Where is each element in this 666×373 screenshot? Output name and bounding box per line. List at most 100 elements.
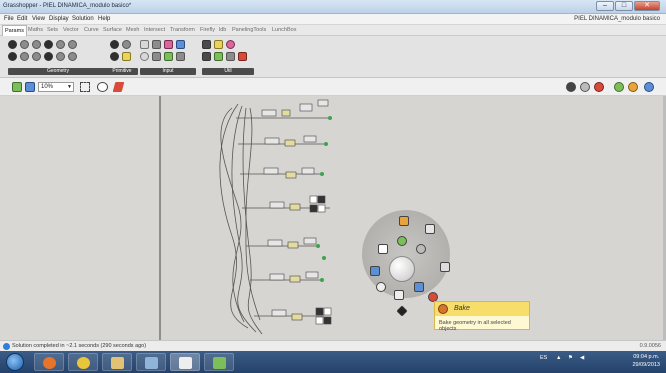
button-object-icon[interactable] [140,52,149,61]
taskbar-explorer[interactable] [102,353,132,371]
menu-solution[interactable]: Solution [72,16,94,22]
bullseye-icon[interactable] [378,244,388,254]
galapagos-icon[interactable] [226,52,235,61]
menu-help[interactable]: Help [98,16,110,22]
fitness-landscape-icon[interactable] [214,52,223,61]
lock-icon[interactable] [394,290,404,300]
panel-label-geometry[interactable]: Geometry [8,68,108,75]
brep-param-icon[interactable] [20,52,29,61]
number-param-icon[interactable] [110,52,119,61]
tab-panelingtools[interactable]: PanelingTools [232,27,266,33]
globe-icon[interactable] [416,244,426,254]
tab-maths[interactable]: Maths [28,27,43,33]
box-param-icon[interactable] [44,52,53,61]
slider-icon[interactable] [152,40,161,49]
line-param-icon[interactable] [56,40,65,49]
data-dam-icon[interactable] [202,52,211,61]
graph-mapper-icon[interactable] [176,40,185,49]
menu-edit[interactable]: Edit [17,16,27,22]
panel-label-util[interactable]: Util [202,68,254,75]
component-block[interactable] [315,316,324,325]
menu-file[interactable]: File [4,16,14,22]
component-block[interactable] [269,273,285,281]
component-block[interactable] [264,137,280,145]
curve-param-icon[interactable] [44,40,53,49]
md-slider-icon[interactable] [176,52,185,61]
vector-param-icon[interactable] [32,40,41,49]
grasshopper-canvas[interactable]: Bake Bake geometry in all selected objec… [0,96,666,340]
surface-param-icon[interactable] [8,52,17,61]
component-block[interactable] [303,237,317,245]
tab-mesh[interactable]: Mesh [126,27,139,33]
zoom-dropdown[interactable]: 10% ▼ [38,82,74,92]
bake-icon[interactable] [414,282,424,292]
circle-param-icon[interactable] [8,40,17,49]
panel-label-primitive[interactable]: Primitive [106,68,138,75]
field-param-icon[interactable] [68,52,77,61]
image-sampler-icon[interactable] [164,52,173,61]
component-block[interactable] [271,309,287,317]
menu-view[interactable]: View [32,16,45,22]
boolean-param-icon[interactable] [110,40,119,49]
tab-lunchbox[interactable]: LunchBox [272,27,296,33]
enable-icon[interactable] [397,236,407,246]
component-block[interactable] [284,139,296,147]
cluster-icon[interactable] [202,40,211,49]
scribble-icon[interactable] [214,40,223,49]
tray-network-icon[interactable]: ▲ [556,355,561,361]
component-block[interactable] [317,99,329,107]
menu-display[interactable]: Display [49,16,69,22]
plane-param-icon[interactable] [56,52,65,61]
toggle-icon[interactable] [140,40,149,49]
tab-curve[interactable]: Curve [84,27,99,33]
component-block[interactable] [281,109,291,117]
preview-off-icon[interactable] [566,82,576,92]
tab-ldb[interactable]: ldb [219,27,226,33]
clock[interactable]: 09:04 p.m. 29/09/2013 [632,353,660,369]
taskbar-app[interactable] [204,353,234,371]
component-block[interactable] [315,307,324,316]
tab-sets[interactable]: Sets [47,27,58,33]
value-list-icon[interactable] [152,52,161,61]
preview-wire-icon[interactable] [580,82,590,92]
taskbar-rhino[interactable] [136,353,166,371]
tray-volume-icon[interactable]: ◀ [580,355,584,361]
component-block[interactable] [305,271,319,279]
close-button[interactable]: ✕ [634,1,660,11]
component-block[interactable] [263,167,279,175]
component-block[interactable] [287,241,299,249]
sketch-pen-icon[interactable] [112,82,125,92]
tab-transform[interactable]: Transform [170,27,195,33]
tab-firefly[interactable]: Firefly [200,27,215,33]
component-block[interactable] [309,195,318,204]
image-icon[interactable] [370,266,380,276]
open-file-icon[interactable] [12,82,22,92]
document-preview-icon[interactable] [628,82,638,92]
jump-icon[interactable] [226,40,235,49]
zoom-extents-icon[interactable] [80,82,90,92]
maximize-button[interactable]: □ [615,1,633,11]
eye-icon[interactable] [97,82,108,92]
language-indicator[interactable]: ES [540,355,547,361]
preview-icon[interactable] [425,224,435,234]
taskbar-firefox[interactable] [34,353,64,371]
panel-label-input[interactable]: Input [140,68,196,75]
tab-vector[interactable]: Vector [63,27,79,33]
preview-mesh-icon[interactable] [644,82,654,92]
preview-shaded-icon[interactable] [594,82,604,92]
radial-center-knob[interactable] [389,256,415,282]
flask-icon[interactable] [238,52,247,61]
package-icon[interactable] [399,216,409,226]
tray-flag-icon[interactable]: ⚑ [568,355,573,361]
component-block[interactable] [303,135,317,143]
tab-params[interactable]: Params [2,25,27,36]
component-block[interactable] [289,203,301,211]
integer-param-icon[interactable] [122,40,131,49]
mesh-param-icon[interactable] [32,52,41,61]
component-block[interactable] [261,109,277,117]
minimize-button[interactable]: – [596,1,614,11]
search-icon[interactable] [376,282,386,292]
component-block[interactable] [267,239,283,247]
start-button[interactable] [6,353,24,371]
preview-selected-icon[interactable] [614,82,624,92]
